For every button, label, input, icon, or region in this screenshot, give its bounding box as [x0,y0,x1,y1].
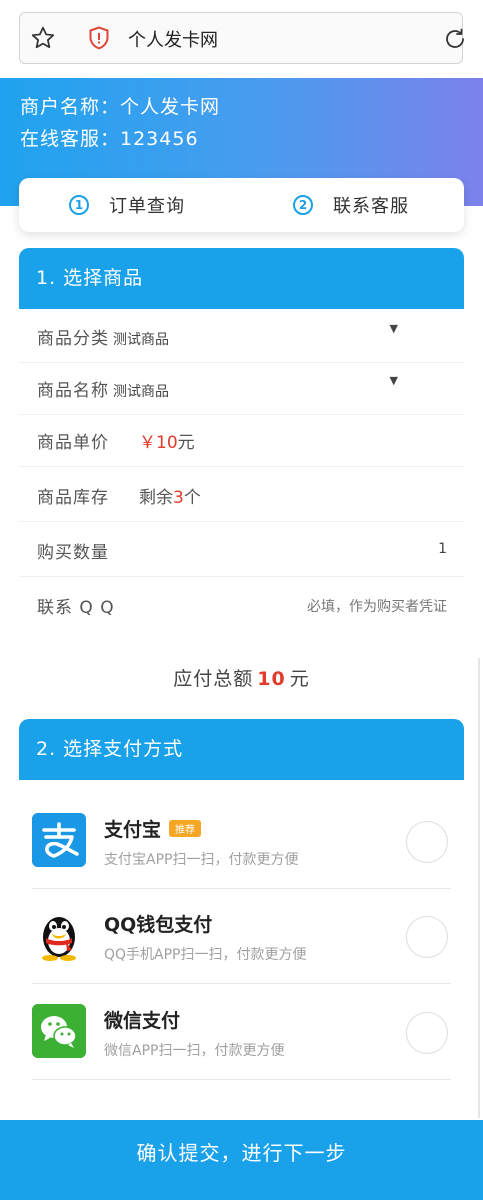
site-warning-shield-icon[interactable] [88,26,110,50]
stock-value: 剩余3个 [139,488,201,508]
payment-option-wechat[interactable]: 微信支付 微信APP扫一扫，付款更方便 [32,984,451,1080]
section-select-product-title: 1. 选择商品 [19,248,464,309]
dropdown-caret-icon[interactable]: ▼ [390,374,398,387]
number-badge-2: 2 [293,195,313,215]
payment-name-alipay: 支付宝 推荐 [104,815,202,842]
number-badge-1: 1 [69,195,89,215]
payment-name-wechat: 微信支付 [104,1010,181,1032]
section-payment-title: 2. 选择支付方式 [19,719,464,780]
stock-row: 商品库存 剩余3个 [19,468,464,522]
browser-toolbar: 个人发卡网 [0,0,483,78]
bookmark-star-icon[interactable] [30,25,56,51]
payment-option-alipay[interactable]: 支付宝 推荐 支付宝APP扫一扫，付款更方便 [32,793,451,889]
qq-label: 联系 Q Q [37,598,115,618]
contact-service-label: 联系客服 [333,196,409,217]
order-query-link[interactable]: 1 订单查询 [69,192,185,218]
total-amount: 应付总额 10 元 [173,668,310,690]
category-value: 测试商品 [113,332,169,348]
page-title-in-address-bar: 个人发卡网 [128,30,218,51]
wechat-pay-icon [32,1004,86,1058]
payment-radio-alipay[interactable] [406,821,448,863]
payment-desc-wechat: 微信APP扫一扫，付款更方便 [104,1043,285,1059]
price-label: 商品单价 [37,433,109,453]
payment-radio-qq-wallet[interactable] [406,916,448,958]
category-label: 商品分类 测试商品 [37,329,169,349]
total-amount-value: 10 [257,668,286,690]
stock-label: 商品库存 [37,488,109,508]
product-select[interactable]: 商品名称 测试商品 ▼ [19,361,464,415]
contact-service-link[interactable]: 2 联系客服 [293,192,409,218]
recommend-badge: 推荐 [169,820,202,837]
payment-option-qq-wallet[interactable]: QQ钱包支付 QQ手机APP扫一扫，付款更方便 [32,888,451,984]
quantity-input[interactable]: 1 [438,541,447,557]
alipay-icon [32,813,86,867]
scrollbar[interactable] [478,658,480,1118]
address-bar[interactable]: 个人发卡网 [19,12,464,64]
price-value: ￥10元 [139,433,195,453]
merchant-name: 商户名称：个人发卡网 [20,96,221,118]
qq-row: 联系 Q Q 必填，作为购买者凭证 [19,578,464,632]
online-service: 在线客服：123456 [20,128,199,150]
reload-icon[interactable] [443,27,467,51]
quantity-row: 购买数量 1 [19,523,464,577]
category-select[interactable]: 商品分类 测试商品 ▼ [19,309,464,363]
order-query-label: 订单查询 [109,196,185,217]
qq-input[interactable]: 必填，作为购买者凭证 [307,596,447,616]
product-value: 测试商品 [113,384,169,400]
price-row: 商品单价 ￥10元 [19,413,464,467]
submit-button[interactable]: 确认提交，进行下一步 [0,1120,483,1200]
quick-nav-card: 1 订单查询 2 联系客服 [19,178,464,232]
product-label: 商品名称 测试商品 [37,381,169,401]
qq-wallet-icon [42,917,76,961]
dropdown-caret-icon[interactable]: ▼ [390,322,398,335]
quantity-label: 购买数量 [37,543,109,563]
payment-desc-alipay: 支付宝APP扫一扫，付款更方便 [104,852,299,868]
payment-radio-wechat[interactable] [406,1012,448,1054]
payment-desc-qq-wallet: QQ手机APP扫一扫，付款更方便 [104,947,307,963]
payment-name-qq-wallet: QQ钱包支付 [104,914,213,936]
